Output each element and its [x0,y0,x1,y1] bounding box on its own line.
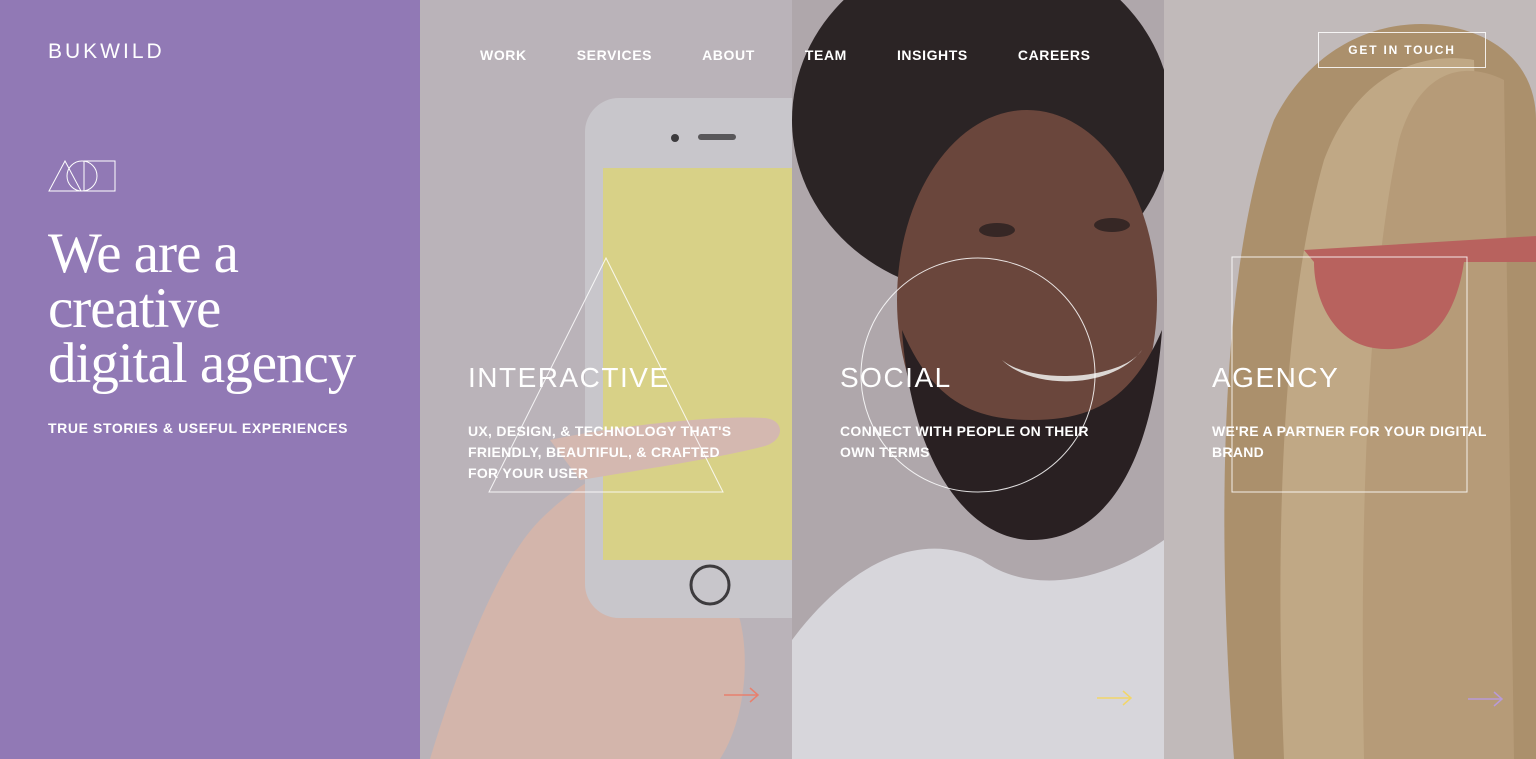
get-in-touch-button[interactable]: GET IN TOUCH [1318,32,1486,68]
nav-about[interactable]: ABOUT [702,47,755,67]
panel-description: CONNECT WITH PEOPLE ON THEIR OWN TERMS [840,421,1120,463]
arrow-right-icon[interactable] [1468,691,1504,707]
bukwild-logo[interactable]: BUKWILD [48,40,165,64]
nav-work[interactable]: WORK [480,47,527,67]
nav-team[interactable]: TEAM [805,47,847,67]
panel-description-line: FRIENDLY, BEAUTIFUL, & CRAFTED [468,444,720,460]
headline-line: digital agency [48,332,356,395]
nav-services[interactable]: SERVICES [577,47,652,67]
hero-headline: We are a creative digital agency [48,225,408,392]
panel-description: WE'RE A PARTNER FOR YOUR DIGITAL BRAND [1212,421,1492,463]
panel-description-line: WE'RE A PARTNER FOR YOUR DIGITAL [1212,423,1487,439]
homepage: BUKWILD We are a creative digital agency… [0,0,1536,759]
arrow-right-icon[interactable] [724,687,760,703]
panel-description: UX, DESIGN, & TECHNOLOGY THAT'S FRIENDLY… [468,421,748,484]
panel-description-line: FOR YOUR USER [468,465,589,481]
nav-careers[interactable]: CAREERS [1018,47,1091,67]
panel-title: SOCIAL [840,362,952,393]
headline-line: creative [48,277,221,340]
panel-description-line: OWN TERMS [840,444,930,460]
headline-line: We are a [48,222,239,285]
main-nav: WORK SERVICES ABOUT TEAM INSIGHTS CAREER… [480,47,1141,67]
panel-description-line: BRAND [1212,444,1265,460]
panel-title: INTERACTIVE [468,362,670,393]
triangle-circle-square-icon [48,160,116,192]
arrow-right-icon[interactable] [1097,690,1133,706]
nav-insights[interactable]: INSIGHTS [897,47,968,67]
panel-social[interactable]: SOCIAL CONNECT WITH PEOPLE ON THEIR OWN … [792,0,1164,759]
panel-description-line: CONNECT WITH PEOPLE ON THEIR [840,423,1089,439]
intro-panel: BUKWILD We are a creative digital agency… [0,0,420,759]
hero-tagline: TRUE STORIES & USEFUL EXPERIENCES [48,420,349,436]
panel-description-line: UX, DESIGN, & TECHNOLOGY THAT'S [468,423,732,439]
panel-title: AGENCY [1212,362,1340,393]
panel-agency[interactable]: AGENCY WE'RE A PARTNER FOR YOUR DIGITAL … [1164,0,1536,759]
panel-interactive[interactable]: INTERACTIVE UX, DESIGN, & TECHNOLOGY THA… [420,0,792,759]
